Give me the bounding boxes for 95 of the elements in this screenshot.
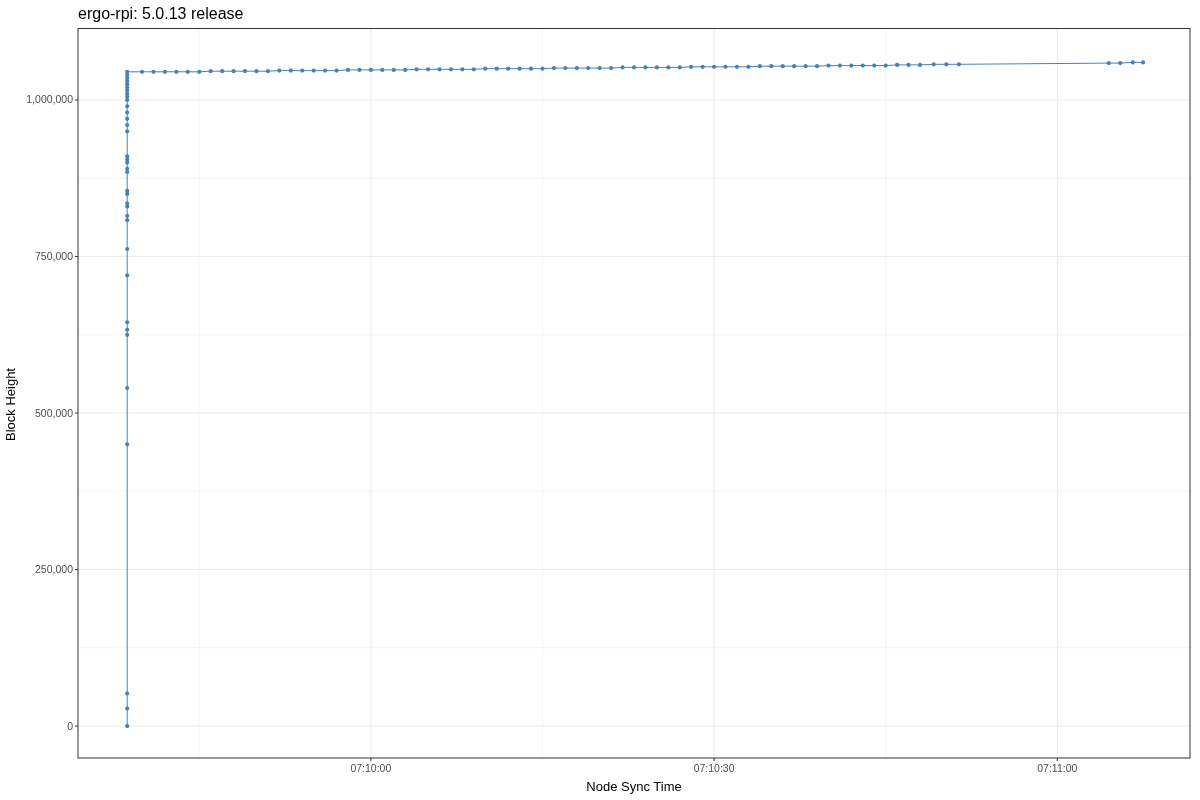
data-point (746, 64, 751, 69)
data-point (220, 69, 225, 74)
data-point (517, 66, 522, 71)
data-point (849, 63, 854, 68)
data-point (403, 67, 408, 73)
y-tick-label: 1,000,000 (26, 93, 73, 106)
data-point (931, 62, 936, 67)
data-point (437, 67, 442, 72)
data-point (125, 320, 130, 325)
data-point (757, 64, 762, 69)
data-point (125, 723, 130, 729)
data-point (483, 66, 488, 71)
data-point (162, 69, 168, 74)
data-point (609, 65, 614, 71)
data-point (139, 69, 145, 74)
data-point (654, 65, 659, 70)
data-point (380, 67, 385, 73)
data-point (780, 64, 785, 69)
data-point (586, 65, 591, 71)
data-point (460, 67, 465, 72)
data-point (125, 706, 130, 711)
data-point (826, 63, 831, 68)
data-point (125, 273, 130, 278)
data-point (471, 67, 476, 72)
data-point (277, 68, 282, 73)
data-point (185, 69, 190, 74)
data-point (357, 67, 362, 73)
data-point (300, 68, 305, 73)
data-point (689, 64, 694, 69)
data-point (125, 691, 130, 696)
data-point (597, 65, 602, 71)
data-point (860, 63, 865, 68)
data-point (723, 64, 728, 69)
data-point (837, 63, 843, 68)
data-point (208, 69, 213, 74)
data-point (769, 64, 774, 69)
data-point (425, 67, 431, 72)
data-point (125, 385, 130, 391)
y-tick-label: 250,000 (35, 563, 73, 576)
data-point (345, 67, 351, 73)
y-axis-title: Block Height (2, 367, 18, 441)
data-point (814, 64, 820, 69)
data-point (906, 62, 911, 68)
data-point (563, 65, 568, 71)
data-point (872, 63, 877, 68)
data-point (540, 66, 545, 71)
data-point (677, 65, 682, 70)
chart-title: ergo-rpi: 5.0.13 release (77, 4, 245, 24)
data-point (803, 64, 808, 69)
data-point (414, 67, 419, 72)
data-point (643, 65, 648, 70)
x-axis-title: Node Sync Time (586, 780, 682, 796)
data-point (1141, 60, 1146, 65)
data-point (391, 67, 396, 73)
data-point (494, 66, 499, 71)
data-point (448, 67, 454, 72)
data-point (151, 69, 156, 74)
data-point (734, 64, 740, 69)
data-point (125, 442, 130, 447)
data-point (883, 63, 888, 68)
data-point (174, 69, 179, 74)
y-tick-label: 500,000 (35, 406, 73, 419)
data-point (620, 65, 625, 70)
data-point (288, 68, 293, 73)
x-tick-label: 07:11:00 (1037, 762, 1078, 774)
data-point (242, 69, 248, 74)
data-point (231, 69, 236, 74)
data-point (368, 67, 373, 73)
data-point (895, 62, 900, 68)
data-point (631, 65, 637, 70)
data-point (506, 66, 511, 71)
data-point (792, 64, 797, 69)
data-point (265, 69, 270, 74)
data-point (197, 69, 202, 74)
data-point (956, 62, 961, 67)
data-point (311, 68, 316, 73)
data-point (1130, 60, 1135, 65)
data-point (700, 64, 705, 69)
data-point (944, 62, 949, 67)
x-tick-label: 07:10:30 (693, 762, 735, 774)
data-point (712, 64, 717, 69)
y-tick-label: 750,000 (35, 250, 73, 262)
data-point (528, 66, 534, 71)
data-point (666, 65, 671, 70)
data-point (551, 65, 556, 71)
data-point (917, 62, 923, 68)
data-point (334, 68, 339, 73)
data-point (1106, 60, 1111, 66)
y-tick-label: 0 (67, 719, 73, 732)
data-point (1118, 60, 1123, 66)
data-point (574, 65, 579, 71)
data-point (254, 69, 259, 74)
data-point (323, 68, 328, 73)
x-tick-label: 07:10:00 (350, 762, 392, 774)
data-point (125, 246, 130, 252)
